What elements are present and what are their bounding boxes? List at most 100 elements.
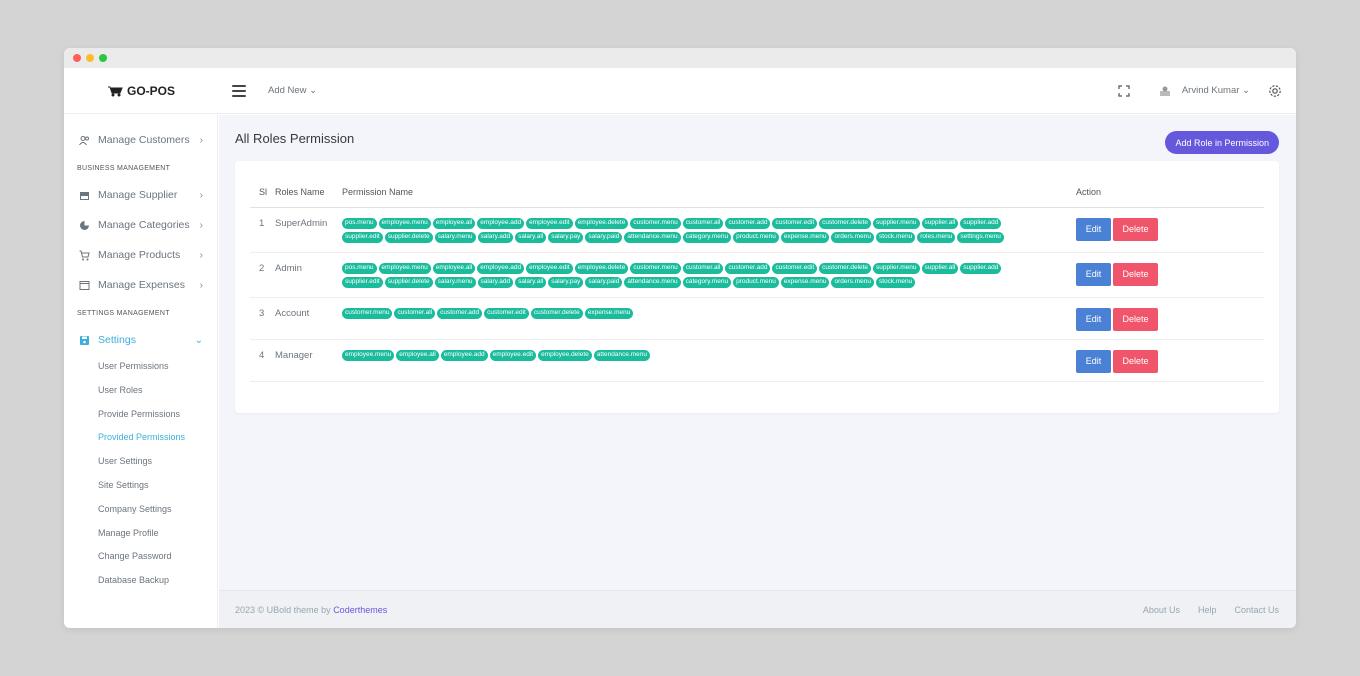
permission-badge: employee.edit — [489, 349, 537, 361]
row-actions: Edit Delete — [1076, 262, 1264, 286]
submenu-provide-permissions[interactable]: Provide Permissions — [64, 403, 217, 427]
permission-badge: employee.delete — [574, 217, 629, 229]
gear-icon[interactable] — [1268, 84, 1282, 98]
permission-badge: supplier.delete — [384, 231, 433, 243]
submenu-user-permissions[interactable]: User Permissions — [64, 355, 217, 379]
table-row: 3 Account customer.menu customer.all custome… — [250, 297, 1264, 340]
permission-badge: stock.menu — [875, 231, 916, 243]
submenu-change-password[interactable]: Change Password — [64, 545, 217, 569]
maximize-window-dot[interactable] — [99, 54, 107, 62]
sidebar-item-label: Manage Supplier — [98, 189, 178, 201]
users-icon — [79, 135, 89, 145]
delete-button[interactable]: Delete — [1113, 307, 1158, 331]
submenu-company-settings[interactable]: Company Settings — [64, 498, 217, 522]
permission-badge: customer.add — [725, 217, 771, 229]
permission-badge: salary.pay — [548, 231, 584, 243]
window-titlebar — [64, 48, 1296, 68]
edit-button[interactable]: Edit — [1076, 217, 1111, 241]
permission-badge: employee.add — [477, 262, 525, 274]
cell-sl: 2 — [250, 252, 275, 298]
sidebar-item-manage-expenses[interactable]: Manage Expenses › — [64, 270, 217, 300]
cell-role-name: Account — [275, 297, 342, 340]
brand-logo[interactable]: GO-POS — [64, 84, 218, 98]
add-new-dropdown[interactable]: Add New ⌄ — [268, 85, 317, 96]
sidebar-item-manage-categories[interactable]: Manage Categories › — [64, 210, 217, 240]
cell-permissions: pos.menu employee.menu employee.all employe… — [342, 252, 1076, 298]
user-menu[interactable]: Arvind Kumar ⌄ — [1182, 85, 1250, 96]
table-body: 1 SuperAdmin pos.menu employee.menu employee… — [250, 207, 1264, 382]
delete-button[interactable]: Delete — [1113, 349, 1158, 373]
avatar[interactable] — [1158, 85, 1172, 97]
cell-role-name: Manager — [275, 339, 342, 382]
permission-badge: employee.all — [432, 217, 476, 229]
row-actions: Edit Delete — [1076, 217, 1264, 241]
cell-actions: Edit Delete — [1076, 207, 1264, 253]
cell-actions: Edit Delete — [1076, 252, 1264, 298]
close-window-dot[interactable] — [73, 54, 81, 62]
fullscreen-icon[interactable] — [1118, 84, 1130, 97]
submenu-manage-profile[interactable]: Manage Profile — [64, 522, 217, 546]
edit-button[interactable]: Edit — [1076, 349, 1111, 373]
cell-actions: Edit Delete — [1076, 339, 1264, 382]
edit-button[interactable]: Edit — [1076, 307, 1111, 331]
sidebar-item-manage-supplier[interactable]: Manage Supplier › — [64, 180, 217, 210]
delete-button[interactable]: Delete — [1113, 217, 1158, 241]
menu-toggle-icon[interactable] — [232, 84, 246, 97]
minimize-window-dot[interactable] — [86, 54, 94, 62]
submenu-database-backup[interactable]: Database Backup — [64, 569, 217, 593]
permission-badge: attendance.menu — [593, 349, 651, 361]
footer-link-contact[interactable]: Contact Us — [1234, 605, 1279, 615]
sidebar-item-settings[interactable]: Settings ⌄ — [64, 325, 217, 355]
sidebar-item-label: Manage Categories — [98, 219, 190, 231]
cell-permissions: customer.menu customer.all customer.add cus… — [342, 297, 1076, 340]
edit-button[interactable]: Edit — [1076, 262, 1111, 286]
permission-badge: customer.edit — [772, 217, 818, 229]
permission-badge: category.menu — [682, 231, 732, 243]
permission-badge: expense.menu — [780, 276, 830, 288]
settings-submenu: User Permissions User Roles Provide Perm… — [64, 355, 217, 593]
table-header-row: Sl Roles Name Permission Name Action — [250, 177, 1264, 208]
permission-badge: customer.delete — [530, 307, 583, 319]
sidebar-item-label: Manage Customers — [98, 134, 190, 146]
submenu-site-settings[interactable]: Site Settings — [64, 474, 217, 498]
footer-link-about[interactable]: About Us — [1143, 605, 1180, 615]
header-sl: Sl — [250, 177, 275, 208]
permission-badge: customer.menu — [630, 262, 681, 274]
permission-badge: employee.menu — [378, 262, 431, 274]
header-role: Roles Name — [275, 177, 342, 208]
delete-button[interactable]: Delete — [1113, 262, 1158, 286]
roles-table: Sl Roles Name Permission Name Action 1 Su… — [250, 177, 1264, 382]
footer-link-help[interactable]: Help — [1198, 605, 1217, 615]
permission-badge: salary.all — [515, 276, 547, 288]
pie-chart-icon — [80, 220, 89, 230]
save-icon — [80, 335, 89, 345]
permission-badge: supplier.edit — [342, 231, 383, 243]
section-title-business: BUSINESS MANAGEMENT — [77, 165, 171, 172]
permission-badge: roles.menu — [917, 231, 956, 243]
header-action: Action — [1076, 177, 1264, 208]
store-icon — [80, 191, 89, 200]
sidebar-item-manage-products[interactable]: Manage Products › — [64, 240, 217, 270]
permission-badge: customer.edit — [772, 262, 818, 274]
permission-badge: customer.all — [682, 262, 724, 274]
permission-badge: supplier.menu — [873, 217, 920, 229]
cell-permissions: employee.menu employee.all employee.add emp… — [342, 339, 1076, 382]
cart-logo-icon — [107, 86, 123, 97]
permission-badge: customer.edit — [484, 307, 529, 319]
coderthemes-link[interactable]: Coderthemes — [333, 605, 387, 615]
sidebar-item-manage-customers[interactable]: Manage Customers › — [64, 125, 217, 155]
add-role-button[interactable]: Add Role in Permission — [1165, 131, 1279, 154]
permission-badge: salary.add — [477, 231, 514, 243]
window-icon — [79, 280, 90, 290]
submenu-user-settings[interactable]: User Settings — [64, 450, 217, 474]
footer-copyright: 2023 © UBold theme by Coderthemes — [235, 605, 387, 615]
submenu-user-roles[interactable]: User Roles — [64, 379, 217, 403]
permission-badge: salary.paid — [585, 276, 623, 288]
table-row: 1 SuperAdmin pos.menu employee.menu employee… — [250, 207, 1264, 253]
permission-badge: salary.paid — [585, 231, 623, 243]
permission-badge: employee.all — [396, 349, 439, 361]
permission-badges: customer.menu customer.all customer.add cus… — [342, 307, 1042, 319]
submenu-provided-permissions[interactable]: Provided Permissions — [64, 426, 217, 450]
sidebar-item-label: Manage Expenses — [98, 279, 185, 291]
permission-badge: product.menu — [733, 276, 779, 288]
